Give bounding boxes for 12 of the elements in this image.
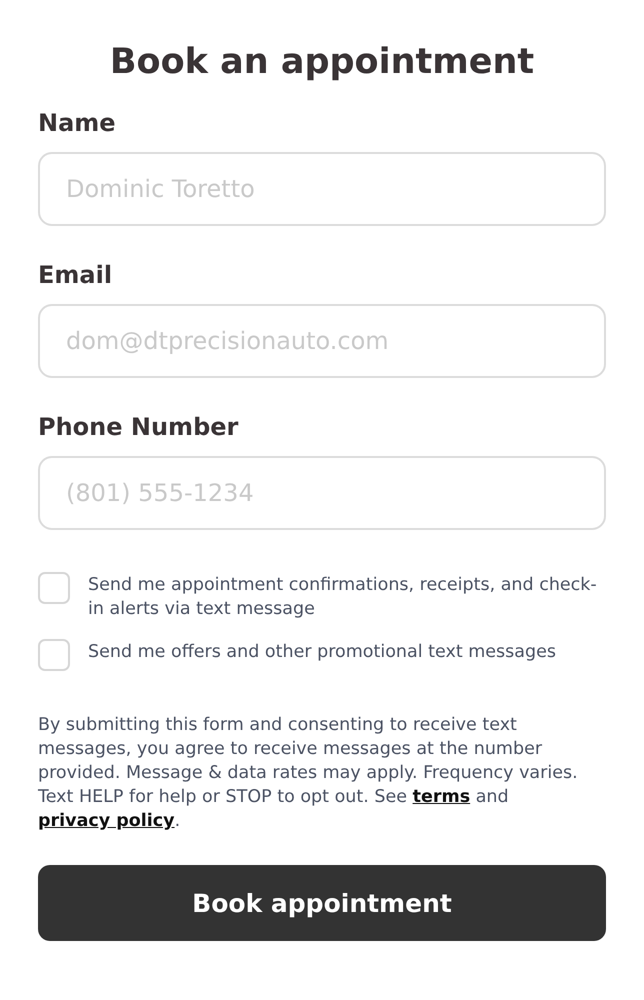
terms-link[interactable]: terms (412, 787, 470, 807)
checkbox-label: Send me appointment confirmations, receipts, and check-in alerts via text message (88, 574, 598, 621)
checkbox-label: Send me offers and other promotional text messages (88, 641, 556, 664)
privacy-policy-link[interactable]: privacy policy (38, 811, 175, 831)
field-label: Phone Number (38, 412, 240, 442)
field-label: Name (38, 108, 117, 138)
checkbox[interactable] (38, 572, 70, 604)
field-label: Email (38, 260, 114, 290)
disclaimer-text: By submitting this form and consenting to receive text messages, you agree to receive messages at the number provided. Message & data rates may apply. Frequency varies. Text HELP for help or STOP to opt out. See terms and privacy policy. (38, 714, 579, 833)
book-appointment-button[interactable]: Book appointment (38, 865, 606, 941)
form-title: Book an appointment (108, 41, 536, 84)
checkbox[interactable] (38, 639, 70, 671)
